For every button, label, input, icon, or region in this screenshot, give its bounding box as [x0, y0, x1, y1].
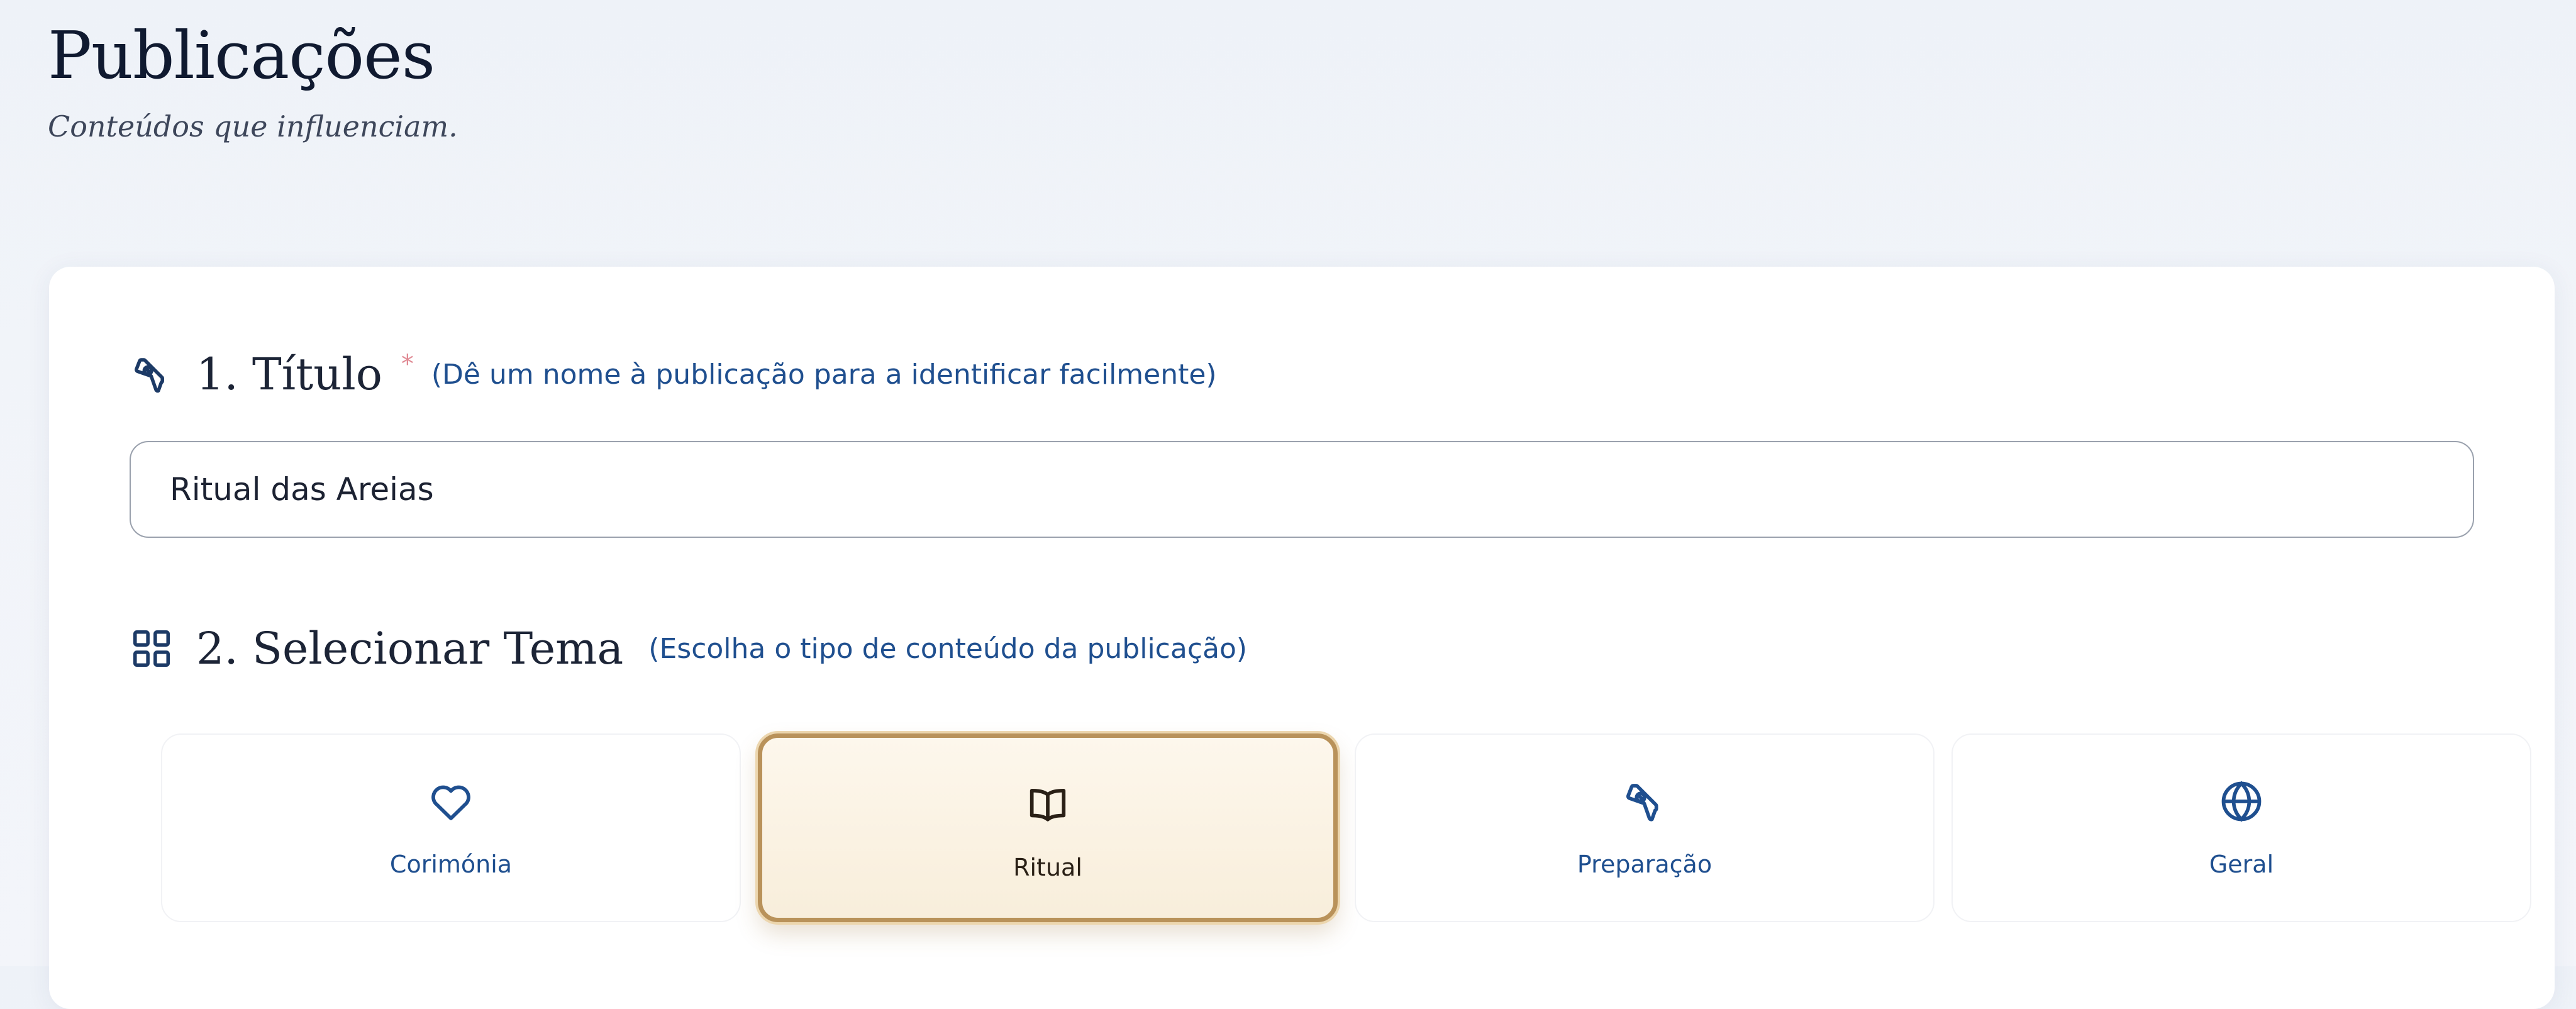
title-section-label: 1. Título — [196, 348, 382, 400]
theme-options: Corimónia Ritual Preparação Geral — [161, 733, 2532, 922]
pen-nib-icon — [135, 358, 164, 393]
grid-icon — [133, 630, 170, 667]
theme-section-label: 2. Selecionar Tema — [196, 623, 624, 674]
theme-option-label: Corimónia — [389, 850, 513, 878]
page-subtitle: Conteúdos que influenciam. — [48, 109, 458, 143]
theme-option-label: Ritual — [1013, 854, 1082, 881]
title-input[interactable] — [130, 441, 2474, 538]
theme-section-hint: (Escolha o tipo de conteúdo da publicaçã… — [648, 632, 1248, 665]
page-header: Publicações Conteúdos que influenciam. — [48, 23, 458, 143]
heart-icon — [431, 785, 470, 820]
publication-form-card: 1. Título * (Dê um nome à publicação par… — [49, 267, 2555, 1009]
title-section-header: 1. Título * (Dê um nome à publicação par… — [130, 348, 1217, 400]
open-book-icon — [1030, 788, 1066, 822]
globe-icon — [2221, 781, 2262, 822]
required-marker: * — [401, 350, 414, 379]
theme-option-geral[interactable]: Geral — [1951, 733, 2531, 922]
title-section-hint: (Dê um nome à publicação para a identifi… — [431, 358, 1217, 391]
theme-option-label: Preparação — [1577, 850, 1713, 878]
theme-option-ritual[interactable]: Ritual — [758, 733, 1338, 922]
theme-option-preparacao[interactable]: Preparação — [1355, 733, 1935, 922]
theme-option-label: Geral — [2209, 850, 2274, 878]
pen-nib-icon — [1626, 784, 1658, 822]
theme-option-corimonia[interactable]: Corimónia — [161, 733, 741, 922]
page-title: Publicações — [48, 17, 435, 94]
theme-section-header: 2. Selecionar Tema (Escolha o tipo de co… — [130, 623, 1247, 674]
